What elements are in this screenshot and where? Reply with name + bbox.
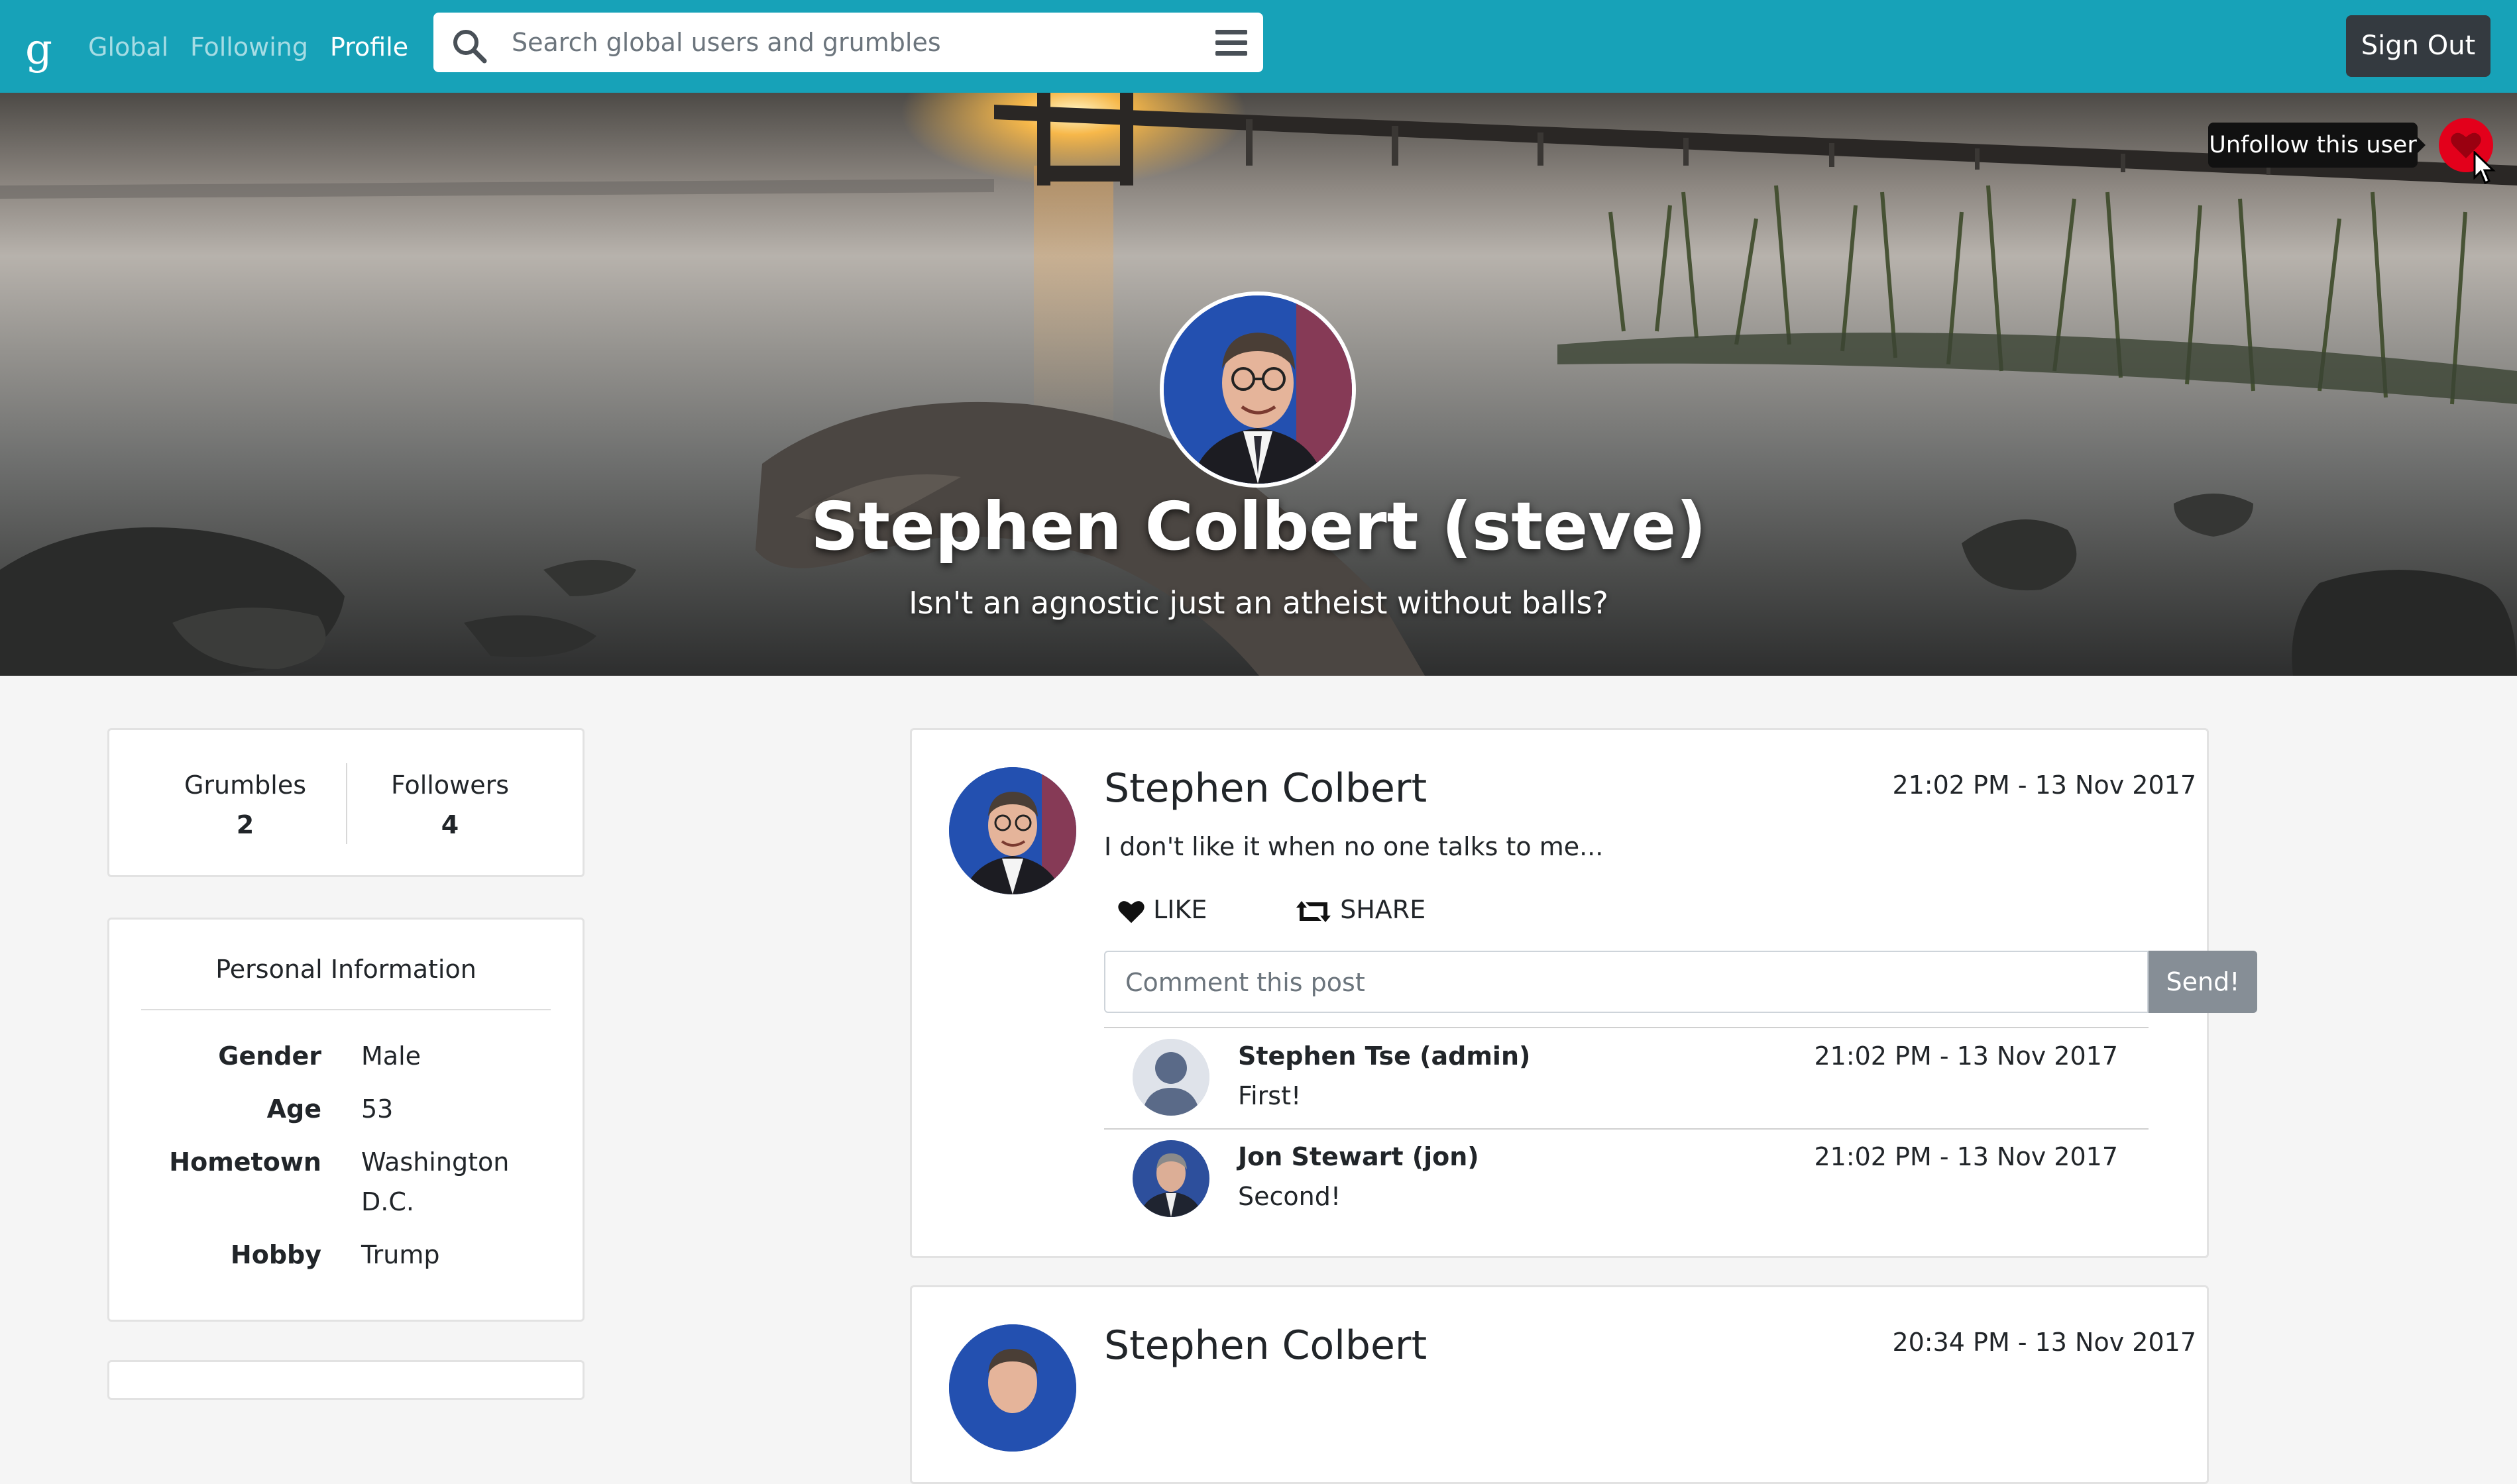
mouse-cursor-icon <box>2473 151 2496 185</box>
stats-divider <box>346 763 347 844</box>
post-card: Stephen Colbert 20:34 PM - 13 Nov 2017 <box>910 1285 2209 1484</box>
info-value-hometown: Washington D.C. <box>361 1147 510 1216</box>
post-timestamp: 21:02 PM - 13 Nov 2017 <box>1892 770 2196 800</box>
post-author-avatar[interactable] <box>949 1324 1076 1452</box>
grumbles-label: Grumbles <box>184 770 307 800</box>
search-input[interactable] <box>512 25 1174 60</box>
post-author-name[interactable]: Stephen Colbert <box>1104 762 1427 815</box>
post-author-name[interactable]: Stephen Colbert <box>1104 1319 1427 1372</box>
info-value-hobby: Trump <box>361 1240 440 1269</box>
unfollow-tooltip: Unfollow this user <box>2208 123 2418 168</box>
comment-author-avatar[interactable] <box>1133 1039 1209 1116</box>
comment-field[interactable] <box>1104 951 2149 1013</box>
info-value-gender: Male <box>361 1041 421 1071</box>
left-card-partial <box>107 1360 585 1400</box>
comment-divider <box>1104 1027 2149 1028</box>
followers-label: Followers <box>391 770 509 800</box>
post-card: Stephen Colbert 21:02 PM - 13 Nov 2017 I… <box>910 728 2257 1258</box>
profile-name: Stephen Colbert (steve) <box>811 488 1706 565</box>
comment-text: First! <box>1238 1081 1302 1110</box>
info-key-gender: Gender <box>218 1041 321 1071</box>
info-key-age: Age <box>266 1094 321 1124</box>
followers-count[interactable]: 4 <box>357 808 543 841</box>
post-author-avatar[interactable] <box>949 767 1076 894</box>
comment-author-name[interactable]: Jon Stewart (jon) <box>1238 1140 1479 1173</box>
comment-author-name[interactable]: Stephen Tse (admin) <box>1238 1039 1530 1073</box>
share-label: SHARE <box>1340 895 1426 924</box>
comment-author-avatar[interactable] <box>1133 1140 1209 1217</box>
personal-info-card: Personal Information Gender Male Age 53 … <box>107 918 585 1322</box>
like-button[interactable]: LIKE <box>1117 893 1207 926</box>
profile-banner: Stephen Colbert (steve) Isn't an agnosti… <box>0 93 2517 676</box>
post-timestamp: 20:34 PM - 13 Nov 2017 <box>1892 1328 2196 1357</box>
nav-link-following[interactable]: Following <box>190 30 308 64</box>
tooltip-arrow <box>2418 137 2426 153</box>
divider <box>141 1009 551 1010</box>
profile-bio: Isn't an agnostic just an atheist withou… <box>909 585 1608 621</box>
like-label: LIKE <box>1153 895 1207 924</box>
brand-logo[interactable]: g <box>25 26 52 73</box>
stats-card: Grumbles 2 Followers 4 <box>107 728 585 877</box>
hamburger-icon[interactable] <box>1215 30 1247 56</box>
nav-link-profile[interactable]: Profile <box>330 30 408 64</box>
top-navbar: g Global Following Profile Sign Out <box>0 0 2517 93</box>
comment-input[interactable] <box>1125 964 2119 1001</box>
info-value-age: 53 <box>361 1094 394 1124</box>
personal-info-title: Personal Information <box>215 955 476 984</box>
nav-link-global[interactable]: Global <box>88 30 168 64</box>
comment-timestamp: 21:02 PM - 13 Nov 2017 <box>1814 1142 2118 1171</box>
share-button[interactable]: SHARE <box>1295 893 1426 926</box>
default-user-icon <box>1133 1039 1209 1116</box>
comment-text: Second! <box>1238 1182 1341 1211</box>
post-text: I don't like it when no one talks to me.… <box>1104 832 1604 861</box>
comment-divider <box>1104 1128 2149 1130</box>
send-comment-button[interactable]: Send! <box>2149 951 2257 1013</box>
sign-out-button[interactable]: Sign Out <box>2346 15 2490 77</box>
comment-timestamp: 21:02 PM - 13 Nov 2017 <box>1814 1041 2118 1071</box>
profile-avatar <box>1160 292 1356 488</box>
retweet-icon <box>1296 900 1331 922</box>
grumbles-count[interactable]: 2 <box>152 808 338 841</box>
search-icon[interactable] <box>451 27 488 64</box>
info-key-hometown: Hometown <box>169 1147 321 1177</box>
info-key-hobby: Hobby <box>230 1240 321 1269</box>
search-bar <box>433 13 1263 72</box>
heart-icon <box>1118 900 1145 923</box>
